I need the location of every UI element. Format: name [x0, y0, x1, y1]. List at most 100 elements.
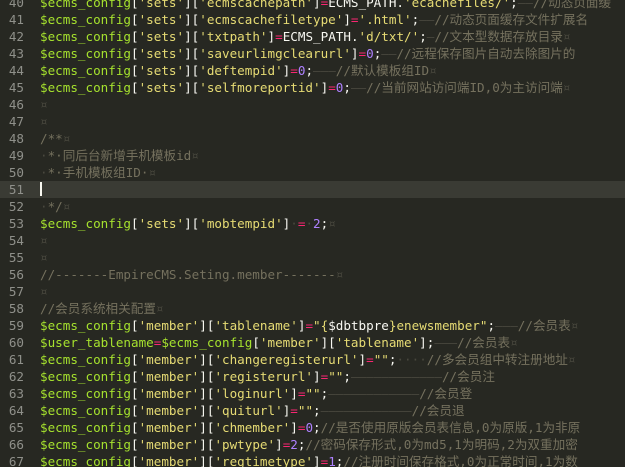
code-token: $ecms_config [40, 318, 131, 333]
code-token: [ [131, 403, 139, 418]
code-token: ][ [199, 369, 215, 384]
code-line[interactable]: 65 $ecms_config['member']['chmember']=0;/… [0, 419, 625, 436]
code-line[interactable]: 55 ¤ [0, 249, 625, 266]
code-line[interactable]: 56 //-------EmpireCMS.Seting.member------… [0, 266, 625, 283]
code-line[interactable]: 67 $ecms_config['member']['regtimetype']=… [0, 453, 625, 467]
code-line[interactable]: 59 $ecms_config['member']['tablename']="{… [0, 317, 625, 334]
line-number: 65 [8, 420, 24, 435]
code-token: *·同后台新增手机模板id [47, 148, 192, 163]
line-number: 54 [8, 233, 24, 248]
code-token: 'tablename' [335, 335, 420, 350]
code-token: ¤ [562, 80, 571, 95]
line-code: $ecms_config['member']['changeregisterur… [40, 351, 576, 368]
code-line[interactable]: 61 $ecms_config['member']['changeregister… [0, 351, 625, 368]
code-token: //文本型数据存放目录 [434, 29, 563, 44]
code-token: ———————————— [350, 369, 442, 384]
code-token: 'ecachefiles/' [404, 0, 511, 10]
code-token: · [40, 148, 48, 163]
line-number: 44 [8, 63, 24, 78]
code-token: 'sets' [138, 0, 185, 10]
code-line[interactable]: 47 ¤ [0, 113, 625, 130]
code-token: [ [131, 29, 139, 44]
line-code: $ecms_config['member']['loginurl']="";——… [40, 385, 472, 402]
code-line[interactable]: 40 $ecms_config['sets']['ecmscachepath']=… [0, 0, 625, 11]
code-token: ; [510, 0, 518, 10]
code-token: $dbtbpre [328, 318, 389, 333]
code-line[interactable]: 46 ¤ [0, 96, 625, 113]
code-line[interactable]: 53 $ecms_config['sets']['mobtempid']·=·2;… [0, 215, 625, 232]
code-token: = [290, 403, 298, 418]
code-token: 'member' [138, 386, 200, 401]
line-code: $ecms_config['sets']['ecmscachepath']=EC… [40, 0, 611, 11]
code-line[interactable]: 42 $ecms_config['sets']['txtpath']=ECMS_P… [0, 28, 625, 45]
code-token: $ecms_config [40, 386, 131, 401]
code-token: //-------EmpireCMS.Seting.member------- [40, 267, 336, 282]
code-line[interactable]: 44 $ecms_config['sets']['deftempid']=0;——… [0, 62, 625, 79]
code-token: //会员表 [457, 335, 511, 350]
code-token: 'quiturl' [214, 403, 283, 418]
code-line[interactable]: 58 //会员系统相关配置¤ [0, 300, 625, 317]
code-line[interactable]: 49 ·*·同后台新增手机模板id¤ [0, 147, 625, 164]
code-line[interactable]: 41 $ecms_config['sets']['ecmscachefiletyp… [0, 11, 625, 28]
code-line[interactable]: 48 /**¤ [0, 130, 625, 147]
code-line[interactable]: 43 $ecms_config['sets']['saveurlimgclearu… [0, 45, 625, 62]
code-line[interactable]: 52 ·*/¤ [0, 198, 625, 215]
line-number: 45 [8, 80, 24, 95]
code-token: 'sets' [138, 29, 185, 44]
code-token: [ [131, 420, 139, 435]
code-token: "" [297, 403, 314, 418]
code-token: //会员登 [419, 386, 473, 401]
code-token: //默认模板组ID [335, 63, 430, 78]
line-number: 48 [8, 131, 24, 146]
code-token: 'pwtype' [214, 437, 276, 452]
code-token: $ecms_config [40, 369, 131, 384]
code-token: //多会员组中转注册地址 [426, 352, 568, 367]
code-line[interactable]: 57 ¤ [0, 283, 625, 300]
code-token: */ [47, 199, 63, 214]
code-token: 'sets' [138, 63, 185, 78]
code-token: $ecms_config [161, 335, 253, 350]
code-editor[interactable]: 40 $ecms_config['sets']['ecmscachepath']=… [0, 0, 625, 467]
line-code: ·*·同后台新增手机模板id¤ [40, 147, 199, 164]
code-token: //注册时间保存格式,0为正常时间,1为数 [343, 454, 578, 467]
code-line[interactable]: 50 ·*·手机模板组ID·¤ [0, 164, 625, 181]
code-token: //动态页面缓 [532, 0, 612, 10]
code-token: ][ [199, 454, 215, 467]
code-line[interactable]: 64 $ecms_config['member']['quiturl']="";—… [0, 402, 625, 419]
code-line[interactable]: 45 $ecms_config['sets']['selfmoreportid']… [0, 79, 625, 96]
code-line[interactable]: 51 [0, 181, 625, 198]
code-token: 'chmember' [214, 420, 291, 435]
code-token: $ecms_config [40, 0, 131, 10]
code-token: [ [252, 335, 260, 350]
code-token: [ [131, 386, 139, 401]
code-token: · [40, 199, 48, 214]
code-token: ¤ [148, 165, 157, 180]
line-code: $ecms_config['member']['chmember']=0;//是… [40, 419, 580, 436]
code-line[interactable]: 60 $user_tablename=$ecms_config['member']… [0, 334, 625, 351]
code-token: 'sets' [138, 216, 185, 231]
code-token: ¤ [567, 352, 576, 367]
code-token: ¤ [62, 199, 71, 214]
code-token: //会员注 [441, 369, 495, 384]
code-token: = [358, 46, 367, 61]
line-number: 46 [8, 97, 24, 112]
line-number: 59 [8, 318, 24, 333]
code-line[interactable]: 66 $ecms_config['member']['pwtype']=2;//密… [0, 436, 625, 453]
line-number: 53 [8, 216, 24, 231]
code-token: 'deftempid' [199, 63, 283, 78]
code-token: 'loginurl' [214, 386, 291, 401]
line-number: 49 [8, 148, 24, 163]
code-token: [ [131, 46, 139, 61]
code-token: ] [419, 335, 427, 350]
code-token: //是否使用原版会员表信息,0为原版,1为非原 [320, 420, 581, 435]
code-token: = [328, 80, 336, 95]
line-code: $ecms_config['member']['pwtype']=2;//密码保… [40, 436, 578, 453]
code-line[interactable]: 62 $ecms_config['member']['registerurl']=… [0, 368, 625, 385]
code-line[interactable]: 63 $ecms_config['member']['loginurl']="";… [0, 385, 625, 402]
line-code: //会员系统相关配置¤ [40, 300, 164, 317]
code-token: ] [275, 437, 283, 452]
code-line[interactable]: 54 ¤ [0, 232, 625, 249]
code-token: $ecms_config [40, 437, 131, 452]
code-token: ¤ [40, 97, 48, 112]
code-token: ¤ [62, 131, 71, 146]
